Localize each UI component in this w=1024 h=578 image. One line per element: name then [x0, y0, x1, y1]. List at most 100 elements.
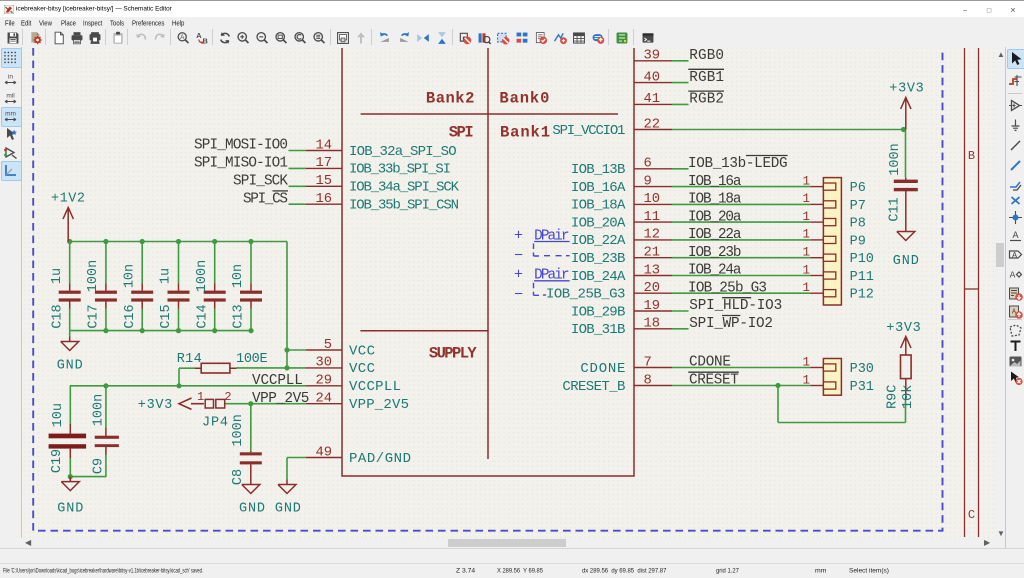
svg-text:100n: 100n [91, 394, 106, 426]
svg-text:SPI_HLD-IO3: SPI_HLD-IO3 [689, 298, 782, 314]
svg-text:Bank1: Bank1 [500, 123, 550, 141]
svg-text:IOB_29B: IOB_29B [571, 304, 626, 320]
svg-text:P6: P6 [850, 181, 866, 196]
svg-text:+: + [514, 227, 523, 244]
svg-text:10n: 10n [122, 264, 137, 288]
svg-text:C19: C19 [50, 449, 65, 473]
svg-text:IOB_16A: IOB_16A [571, 180, 626, 196]
svg-text:IOB_35b_SPI_CSN: IOB_35b_SPI_CSN [349, 198, 459, 214]
svg-text:C: C [968, 508, 975, 522]
svg-text:+3V3: +3V3 [138, 398, 172, 413]
svg-text:A: A [1012, 250, 1018, 260]
svg-text:22: 22 [644, 117, 661, 132]
svg-text:IOB_25B_G3: IOB_25B_G3 [546, 287, 625, 303]
svg-text:JP4: JP4 [202, 415, 228, 430]
svg-text:1u: 1u [50, 268, 65, 284]
svg-text:P30: P30 [850, 362, 874, 377]
svg-text:6: 6 [644, 157, 652, 172]
svg-text:IOB_24A: IOB_24A [571, 269, 626, 285]
svg-text:mm: mm [5, 111, 16, 118]
svg-text:1: 1 [802, 355, 810, 369]
svg-text:P7: P7 [850, 199, 866, 214]
svg-text:GND: GND [57, 502, 83, 517]
svg-text:1: 1 [802, 174, 810, 188]
svg-text:12: 12 [644, 228, 661, 243]
svg-text:P9: P9 [850, 234, 866, 249]
svg-text:A: A [196, 31, 202, 40]
svg-text:+1V2: +1V2 [51, 192, 85, 207]
svg-text:mil: mil [6, 93, 15, 100]
svg-text:1: 1 [802, 246, 810, 260]
svg-text:VCCPLL: VCCPLL [349, 379, 401, 395]
svg-text:IOB_24a: IOB_24a [688, 263, 742, 279]
svg-text:GND: GND [239, 502, 265, 517]
svg-text:C14: C14 [195, 304, 210, 328]
svg-text:CRESET_B: CRESET_B [562, 379, 625, 395]
svg-text:in: in [8, 74, 13, 81]
svg-text:CDONE: CDONE [580, 361, 625, 377]
svg-text:P8: P8 [850, 217, 866, 232]
svg-text:SPI_WP-IO2: SPI_WP-IO2 [689, 316, 773, 332]
svg-text:8: 8 [644, 373, 652, 388]
svg-text:IOB_32a_SPI_SO: IOB_32a_SPI_SO [349, 144, 457, 160]
svg-text:P11: P11 [850, 270, 874, 285]
svg-text:39: 39 [644, 49, 661, 64]
svg-text:SPI_SCK: SPI_SCK [233, 174, 288, 190]
svg-text:100n: 100n [195, 260, 210, 292]
svg-text:14: 14 [315, 138, 332, 153]
svg-text:IOB_23B: IOB_23B [571, 251, 626, 267]
svg-text:−: − [514, 287, 523, 304]
svg-text:IOB_18a: IOB_18a [688, 192, 742, 208]
svg-text:R9C: R9C [886, 385, 901, 409]
svg-text:+: + [514, 267, 523, 284]
svg-text:15: 15 [315, 174, 332, 189]
svg-text:20: 20 [644, 281, 661, 296]
svg-text:10u: 10u [51, 403, 66, 427]
svg-text:C18: C18 [50, 304, 65, 328]
svg-text:5: 5 [324, 338, 332, 353]
svg-text:1: 1 [802, 228, 810, 242]
svg-text:1: 1 [802, 192, 810, 206]
svg-text:1u: 1u [159, 268, 174, 284]
svg-text:SPI_MOSI-IO0: SPI_MOSI-IO0 [194, 138, 288, 154]
svg-text:49: 49 [315, 445, 332, 460]
svg-text:IOB_23b: IOB_23b [688, 245, 742, 261]
svg-text:30: 30 [315, 356, 332, 371]
svg-text:GND: GND [57, 359, 83, 374]
svg-text:CRESET: CRESET [689, 373, 739, 389]
svg-text:+3V3: +3V3 [889, 82, 923, 97]
svg-text:PAD/GND: PAD/GND [349, 451, 411, 467]
svg-text:IOB_31B: IOB_31B [571, 322, 626, 338]
svg-text:C16: C16 [123, 304, 138, 328]
svg-text:B: B [968, 149, 975, 163]
svg-text:1: 1 [802, 210, 810, 224]
svg-text:9: 9 [644, 174, 652, 189]
svg-text:100n: 100n [231, 414, 246, 446]
svg-text:1: 1 [197, 390, 204, 404]
svg-text:SUPPLY: SUPPLY [429, 344, 477, 362]
svg-text:A: A [1010, 270, 1016, 281]
svg-text:C13: C13 [232, 304, 247, 328]
svg-text:40: 40 [644, 70, 661, 85]
svg-text:10k: 10k [901, 385, 916, 409]
svg-text:IOB_25b_G3: IOB_25b_G3 [688, 280, 767, 296]
svg-text:VCC: VCC [349, 343, 375, 359]
svg-text:C15: C15 [159, 304, 174, 328]
svg-text:1: 1 [802, 281, 810, 295]
svg-text:C8: C8 [231, 469, 246, 485]
svg-text:18: 18 [644, 317, 661, 332]
svg-text:29: 29 [315, 374, 332, 389]
svg-text:RGB0: RGB0 [689, 48, 724, 64]
svg-text:IOB_20a: IOB_20a [688, 209, 742, 225]
svg-text:GND: GND [893, 254, 919, 269]
svg-text:C9: C9 [91, 458, 106, 474]
svg-text:IOB_13b-LEDG: IOB_13b-LEDG [688, 156, 788, 172]
svg-text:7: 7 [644, 355, 652, 370]
svg-text:C11: C11 [887, 197, 902, 221]
svg-text:B: B [202, 36, 207, 45]
svg-text:17: 17 [315, 156, 332, 171]
svg-text:R14: R14 [177, 352, 202, 367]
svg-text:10n: 10n [231, 264, 246, 288]
svg-text:SPI_CS: SPI_CS [243, 191, 288, 207]
svg-text:VPP_2V5: VPP_2V5 [349, 397, 409, 413]
